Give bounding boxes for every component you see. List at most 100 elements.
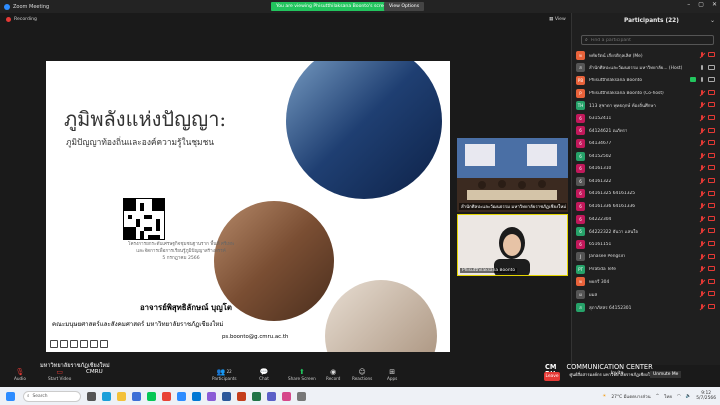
slide-title: ภูมิพลังแห่งปัญญา: <box>64 107 227 131</box>
avatar: 6 <box>576 126 585 136</box>
zoom-icon[interactable] <box>80 340 88 348</box>
windows-start-icon[interactable] <box>6 391 15 401</box>
participant-row[interactable]: ห หทัยรัตน์ เกียรติกุลเลิศ (Me) <box>576 49 717 62</box>
participant-row[interactable]: TH 113 สุชาดา พุทธฤกษ์ ท้องถิ่นศึกษา <box>576 99 717 112</box>
taskbar-search[interactable]: ⌕ Search <box>23 390 81 402</box>
teams-icon[interactable] <box>267 391 276 401</box>
reactions-icon: ☺ <box>358 367 366 376</box>
participant-row[interactable]: ส สุภาภัสสร 64152301 <box>576 301 717 314</box>
chrome-icon[interactable] <box>162 391 171 401</box>
language-indicator[interactable]: ไทย <box>664 393 672 400</box>
avatar: 6 <box>576 189 585 199</box>
avatar: 6 <box>576 201 585 211</box>
participant-row[interactable]: 6 64124621 ณภัทรา <box>576 125 717 138</box>
apps-button[interactable]: ⊞ Apps <box>387 367 397 382</box>
participant-row[interactable]: 6 64152502 <box>576 150 717 163</box>
video-label-host: สำนักศิลปะและวัฒนธรรม มหาวิทยาลัยราชภัฏเ… <box>459 203 567 210</box>
camera-off-icon <box>708 140 715 146</box>
app-icon[interactable] <box>282 391 291 401</box>
volume-icon[interactable]: 🔈 <box>686 394 691 399</box>
zoom-taskbar-icon[interactable] <box>177 391 186 401</box>
reactions-button[interactable]: ☺ Reactions <box>352 367 372 382</box>
search-icon: ⌕ <box>585 37 588 43</box>
participant-row[interactable]: PB Phisutthilaksana Boonto <box>576 74 717 87</box>
participant-status-icons <box>699 291 715 297</box>
participant-row[interactable]: P Phisutthilaksana Boonto (Co-host) <box>576 87 717 100</box>
weather-icon[interactable]: ☀ <box>602 394 606 399</box>
mic-muted-icon <box>699 253 705 260</box>
record-dot-icon <box>6 17 11 22</box>
view-button[interactable]: ▦ View <box>549 17 566 22</box>
invite-button[interactable]: Invite <box>611 371 623 376</box>
panel-close-icon[interactable]: ⌄ <box>710 17 715 24</box>
speaker-video <box>458 215 567 275</box>
participant-row[interactable]: PT Piratida Tefe <box>576 263 717 276</box>
record-button[interactable]: ◉ Record <box>326 367 340 382</box>
share-screen-button[interactable]: ⬆ Share Screen <box>288 367 316 382</box>
audio-button[interactable]: 🎙 Audio <box>14 367 26 382</box>
participant-row[interactable]: 6 64161310 <box>576 162 717 175</box>
task-view-icon[interactable] <box>87 391 96 401</box>
minimize-icon[interactable]: – <box>687 1 690 8</box>
record-icon: ◉ <box>330 367 337 376</box>
video-tile-host[interactable]: สำนักศิลปะและวัฒนธรรม มหาวิทยาลัยราชภัฏเ… <box>457 138 568 212</box>
unmute-me-button[interactable]: Unmute Me <box>650 371 682 378</box>
file-explorer-icon[interactable] <box>117 391 126 401</box>
participant-row[interactable]: 6 63152411 <box>576 112 717 125</box>
mic-muted-icon <box>699 177 705 184</box>
participant-status-icons <box>699 240 715 247</box>
tray-chevron-icon[interactable]: ^ <box>656 394 660 399</box>
participant-row[interactable]: 6 64161336 64161336 <box>576 200 717 213</box>
participant-row[interactable]: 6 64161325 64161325 <box>576 188 717 201</box>
participant-row[interactable]: ผ ผมส <box>576 288 717 301</box>
zoom-logo-icon <box>4 3 10 10</box>
close-icon[interactable]: ✕ <box>712 1 717 8</box>
outlook-icon[interactable] <box>192 391 201 401</box>
participant-status-icons <box>699 152 715 159</box>
edge-icon[interactable] <box>102 391 111 401</box>
more-icon[interactable] <box>100 340 108 348</box>
camera-off-icon <box>708 215 715 221</box>
participants-button[interactable]: 👥 22 Participants <box>212 367 237 382</box>
clock[interactable]: 9:12 5/7/2566 <box>696 391 716 402</box>
video-tile-speaker[interactable]: Phisutthilaksana Boonto <box>457 214 568 276</box>
mic-muted-icon: 🎙 <box>15 367 25 376</box>
pen-icon[interactable] <box>60 340 68 348</box>
participant-row[interactable]: ส สำนักศิลปะและวัฒนธรรม มหาวิทยาลัย... (H… <box>576 62 717 75</box>
store-icon[interactable] <box>132 391 141 401</box>
slide-subtitle: ภูมิปัญญาท้องถิ่นและองค์ความรู้ในชุมชน <box>66 137 214 147</box>
maximize-icon[interactable]: ▢ <box>698 1 704 8</box>
participant-row[interactable]: 6 65161151 <box>576 238 717 251</box>
view-options-button[interactable]: View Options <box>384 2 425 11</box>
project-info: โครงการยกระดับเศรษฐกิจชุมชนฐานราก พื้นที… <box>128 242 234 262</box>
powerpoint-icon[interactable] <box>237 391 246 401</box>
participant-search-input[interactable] <box>590 37 701 43</box>
participant-search[interactable]: ⌕ <box>581 35 714 45</box>
camera-on-icon <box>708 77 715 83</box>
participant-row[interactable]: J Janasee Pengsiri <box>576 251 717 264</box>
participant-row[interactable]: 6 64222322 ธันวา แสนใจ <box>576 225 717 238</box>
avatar: 6 <box>576 113 585 123</box>
photos-icon[interactable] <box>207 391 216 401</box>
word-icon[interactable] <box>222 391 231 401</box>
wifi-icon[interactable]: ◠ <box>677 394 681 399</box>
meeting-stage: Recording ▦ View ภูมิพลังแห่งปัญญา: ภูมิ… <box>0 13 571 365</box>
avatar: 6 <box>576 239 585 249</box>
subtitle-icon[interactable] <box>90 340 98 348</box>
avatar: PB <box>576 75 585 85</box>
participant-row[interactable]: ห หยกรี 304 <box>576 276 717 289</box>
excel-icon[interactable] <box>252 391 261 401</box>
line-icon[interactable] <box>147 391 156 401</box>
mic-on-icon <box>699 77 705 83</box>
pointer-icon[interactable] <box>50 340 58 348</box>
participant-status-icons <box>699 203 715 209</box>
avatar: ห <box>576 277 585 287</box>
slides-icon[interactable] <box>70 340 78 348</box>
participant-row[interactable]: 6 64161322 <box>576 175 717 188</box>
participant-status-icons <box>699 102 715 108</box>
chat-button[interactable]: 💬 Chat <box>259 367 269 382</box>
app-icon-2[interactable] <box>297 391 306 401</box>
participant-row[interactable]: 6 64134677 <box>576 137 717 150</box>
participant-row[interactable]: 6 64222304 <box>576 213 717 226</box>
leave-button[interactable]: Leave <box>544 372 560 381</box>
